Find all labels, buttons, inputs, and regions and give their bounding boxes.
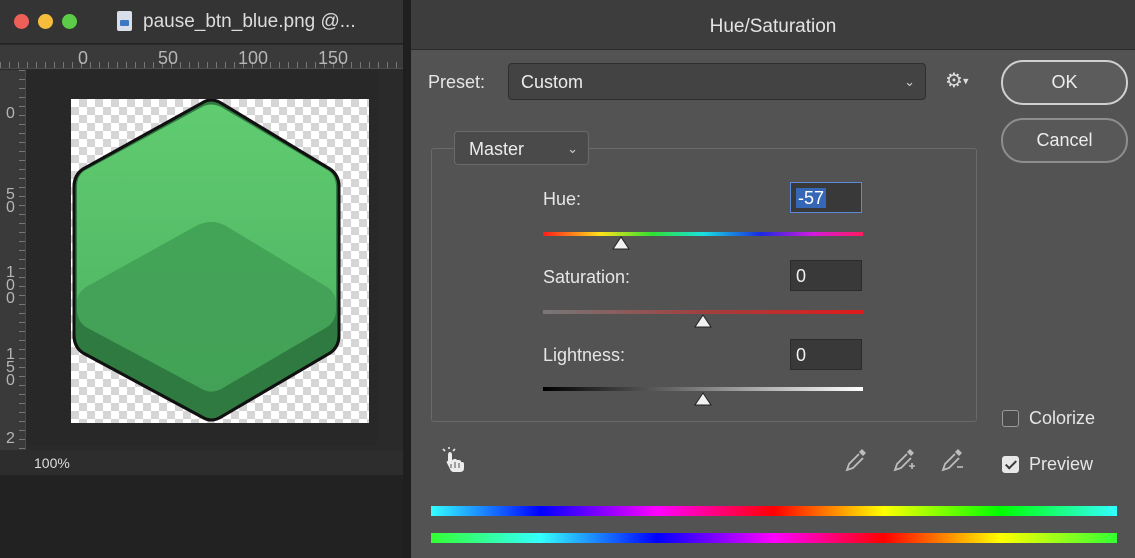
preset-options-button[interactable]: ⚙▾ [945, 70, 975, 92]
ruler-label: 1 5 0 [6, 346, 15, 389]
hue-value: -57 [796, 188, 827, 208]
image-file-icon [117, 11, 132, 31]
minimize-window-button[interactable] [38, 14, 53, 29]
ruler-label: 5 0 [6, 186, 15, 216]
ok-button[interactable]: OK [1001, 60, 1128, 105]
workspace-background [0, 475, 403, 558]
preview-label: Preview [1029, 454, 1094, 474]
adjustment-group [431, 148, 977, 422]
document-title: pause_btn_blue.png @... [143, 11, 356, 32]
targeted-adjustment-tool[interactable] [441, 446, 469, 474]
ruler-label: 2 [6, 430, 15, 447]
lightness-slider-track[interactable] [543, 387, 863, 391]
channel-dropdown[interactable]: Master ⌄ [454, 131, 589, 165]
dialog-titlebar[interactable]: Hue/Saturation [411, 0, 1135, 50]
ruler-ticks [19, 70, 25, 450]
eyedropper-plus-icon [893, 449, 915, 472]
hue-saturation-dialog: Hue/Saturation Preset: Custom ⌄ ⚙▾ OK Ca… [411, 0, 1135, 558]
preview-checkbox[interactable] [1002, 456, 1019, 473]
colorize-checkbox[interactable] [1002, 410, 1019, 427]
caret-down-icon: ▾ [962, 75, 969, 88]
zoom-level[interactable]: 100% [34, 455, 70, 471]
dialog-title: Hue/Saturation [709, 16, 837, 37]
document-titlebar[interactable]: pause_btn_blue.png @... [0, 0, 403, 44]
ruler-label: 50 [158, 48, 179, 68]
zoom-window-button[interactable] [62, 14, 77, 29]
colorize-label: Colorize [1029, 408, 1096, 428]
close-window-button[interactable] [14, 14, 29, 29]
eyedropper-icon [845, 449, 866, 472]
source-color-spectrum [431, 506, 1117, 516]
preset-label: Preset: [428, 72, 486, 92]
eyedropper-minus-icon [941, 449, 963, 472]
lightness-slider-thumb[interactable] [694, 392, 712, 406]
eyedropper-button[interactable] [843, 446, 869, 474]
saturation-slider-thumb[interactable] [694, 314, 712, 328]
channel-value: Master [469, 139, 525, 159]
ruler-label: 100 [238, 48, 269, 68]
preset-value: Custom [521, 72, 584, 92]
saturation-label: Saturation: [543, 267, 631, 287]
preset-dropdown[interactable]: Custom ⌄ [508, 63, 926, 100]
saturation-input[interactable]: 0 [790, 260, 862, 291]
hexagon-button-artwork [72, 99, 341, 422]
chevron-down-icon: ⌄ [567, 141, 578, 156]
gear-icon: ⚙ [945, 70, 963, 92]
ruler-label: 0 [78, 48, 89, 68]
chevron-down-icon: ⌄ [904, 74, 915, 89]
adjusted-color-spectrum [431, 533, 1117, 543]
lightness-input[interactable]: 0 [790, 339, 862, 370]
hue-slider-track[interactable] [543, 232, 863, 236]
ruler-label: 150 [318, 48, 349, 68]
hue-input[interactable]: -57 [790, 182, 862, 213]
lightness-label: Lightness: [543, 345, 626, 365]
status-bar: 100% [0, 450, 403, 475]
ruler-label: 1 0 0 [6, 264, 15, 307]
hand-pointer-icon [442, 447, 464, 472]
hue-slider-thumb[interactable] [612, 236, 631, 250]
hue-label: Hue: [543, 189, 582, 209]
canvas-area[interactable] [27, 70, 377, 446]
horizontal-ruler[interactable]: 0 50 100 150 [0, 45, 403, 69]
subtract-from-sample-button[interactable] [939, 446, 965, 474]
add-to-sample-button[interactable] [891, 446, 917, 474]
image-canvas[interactable] [71, 99, 369, 423]
vertical-ruler[interactable]: 0 5 0 1 0 0 1 5 0 2 [0, 70, 26, 450]
cancel-button[interactable]: Cancel [1001, 118, 1128, 163]
document-window: pause_btn_blue.png @... 0 50 100 150 0 5… [0, 0, 403, 558]
ruler-label: 0 [6, 105, 15, 122]
